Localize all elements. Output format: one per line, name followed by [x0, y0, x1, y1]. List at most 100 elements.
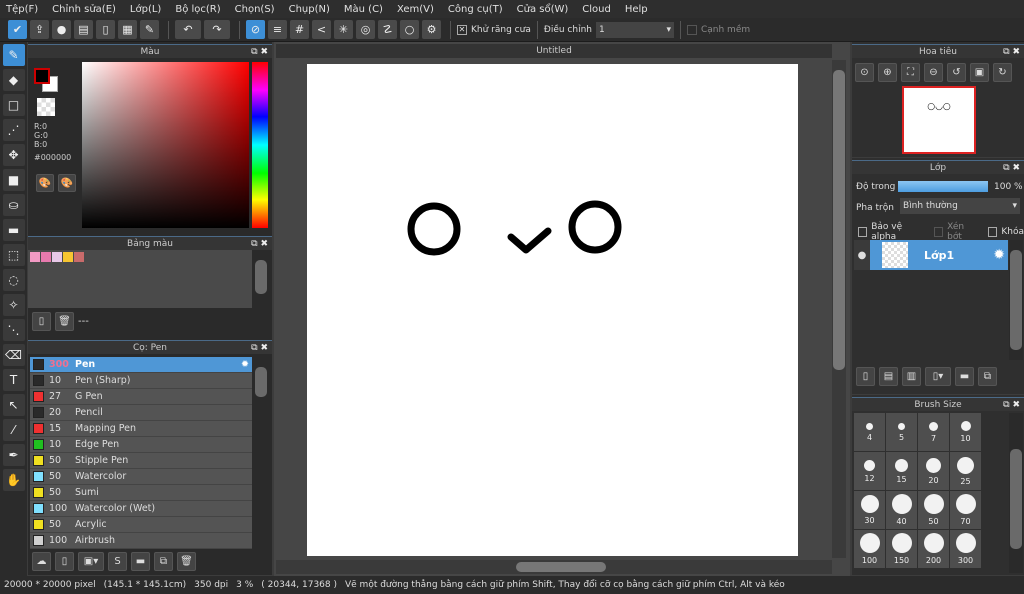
rotate-left-icon[interactable]: ↺ — [947, 63, 966, 82]
blend-mode-select[interactable]: Bình thường ▾ — [900, 198, 1020, 214]
move-tool-icon[interactable]: ✥ — [2, 144, 25, 166]
hand-tool-icon[interactable]: ✋ — [2, 469, 25, 491]
layer-row[interactable]: ● Lớp1 ✹ — [854, 240, 1008, 270]
duplicate-layer-icon[interactable]: ⧉ — [978, 367, 997, 386]
brush-size-cell[interactable]: 30 — [854, 491, 885, 529]
brush-tool-icon[interactable]: ✎ — [2, 44, 25, 66]
brush-size-cell[interactable]: 150 — [886, 530, 917, 568]
menu-item[interactable]: Bộ lọc(R) — [175, 4, 220, 15]
divide-tool-icon[interactable]: ⁄ — [2, 419, 25, 441]
palette-swatch[interactable] — [74, 252, 84, 262]
eyedropper-tool-icon[interactable]: ✒ — [2, 444, 25, 466]
redo-icon[interactable]: ↷ — [204, 20, 230, 39]
perspective-snap-icon[interactable]: < — [312, 20, 331, 39]
brush-size-cell[interactable]: 25 — [950, 452, 981, 490]
menu-item[interactable]: Chụp(N) — [289, 4, 330, 15]
delete-palette-icon[interactable]: 🗑 — [55, 312, 74, 331]
snap-off-icon[interactable]: ⊘ — [246, 20, 265, 39]
rotate-right-icon[interactable]: ↻ — [993, 63, 1012, 82]
eraser-tool-icon[interactable]: ◆ — [2, 69, 25, 91]
magic-wand-tool-icon[interactable]: ✧ — [2, 294, 25, 316]
brush-size-cell[interactable]: 70 — [950, 491, 981, 529]
menu-item[interactable]: Help — [625, 4, 648, 15]
select-pen-tool-icon[interactable]: ⋱ — [2, 319, 25, 341]
chat-icon[interactable]: ▤ — [74, 20, 93, 39]
brush-size-cell[interactable]: 15 — [886, 452, 917, 490]
brush-scrollbar[interactable] — [254, 357, 268, 549]
brush-item[interactable]: 27 G Pen — [30, 389, 252, 405]
menu-item[interactable]: Xem(V) — [397, 4, 434, 15]
select-tool-icon[interactable]: ⬚ — [2, 244, 25, 266]
brush-size-cell[interactable]: 4 — [854, 413, 885, 451]
brush-size-cell[interactable]: 12 — [854, 452, 885, 490]
menu-item[interactable]: Chỉnh sửa(E) — [52, 4, 116, 15]
brush-size-cell[interactable]: 10 — [950, 413, 981, 451]
folder-icon[interactable]: ▬ — [131, 552, 150, 571]
brush-size-cell[interactable]: 200 — [918, 530, 949, 568]
brush-item[interactable]: 300 Pen ✹ — [30, 357, 252, 373]
float-close-icon[interactable]: ⧉ ✖ — [1003, 161, 1020, 175]
brush-item[interactable]: 50 Acrylic — [30, 517, 252, 533]
canvas-horizontal-scrollbar[interactable] — [276, 560, 832, 574]
brush-item[interactable]: 100 Watercolor (Wet) — [30, 501, 252, 517]
brush-settings-icon[interactable]: ✹ — [241, 359, 249, 370]
menu-item[interactable]: Công cụ(T) — [448, 4, 503, 15]
new-layer-icon[interactable]: ▯ — [856, 367, 875, 386]
rectangle-tool-icon[interactable]: □ — [2, 94, 25, 116]
add-layer-dropdown-icon[interactable]: ▯▾ — [925, 367, 951, 386]
brush-script-icon[interactable]: S — [108, 552, 127, 571]
ellipse-snap-icon[interactable]: ○ — [400, 20, 419, 39]
lock-checkbox[interactable] — [988, 227, 998, 237]
duplicate-icon[interactable]: ⧉ — [154, 552, 173, 571]
curve-snap-icon[interactable]: ☡ — [378, 20, 397, 39]
brush-item[interactable]: 50 Watercolor — [30, 469, 252, 485]
brush-item[interactable]: 50 Stipple Pen — [30, 453, 252, 469]
cloud-brush-icon[interactable]: ☁ — [32, 552, 51, 571]
export-icon[interactable]: ⇪ — [30, 20, 49, 39]
brush-item[interactable]: 10 Pen (Sharp) — [30, 373, 252, 389]
menu-item[interactable]: Màu (C) — [344, 4, 383, 15]
float-close-icon[interactable]: ⧉ ✖ — [1003, 398, 1020, 412]
layer-scrollbar[interactable] — [1009, 240, 1023, 360]
brush-size-cell[interactable]: 100 — [854, 530, 885, 568]
float-close-icon[interactable]: ⧉ ✖ — [1003, 45, 1020, 59]
brush-item[interactable]: 20 Pencil — [30, 405, 252, 421]
document-tab[interactable]: Untitled — [276, 44, 832, 58]
page-icon[interactable]: ▯ — [96, 20, 115, 39]
operation-tool-icon[interactable]: ↖ — [2, 394, 25, 416]
menu-item[interactable]: Tệp(F) — [6, 4, 38, 15]
foreground-color-swatch[interactable] — [34, 68, 50, 84]
protect-alpha-checkbox[interactable] — [858, 227, 868, 237]
brush-size-cell[interactable]: 50 — [918, 491, 949, 529]
brush-size-cell[interactable]: 7 — [918, 413, 949, 451]
soft-edge-checkbox[interactable] — [686, 24, 697, 35]
lasso-tool-icon[interactable]: ◌ — [2, 269, 25, 291]
edit-icon[interactable]: ✎ — [140, 20, 159, 39]
grid-snap-icon[interactable]: # — [290, 20, 309, 39]
palette-swatch[interactable] — [30, 252, 40, 262]
menu-item[interactable]: Cloud — [582, 4, 611, 15]
delete-brush-icon[interactable]: 🗑 — [177, 552, 196, 571]
palette-scrollbar[interactable] — [254, 250, 268, 308]
fit-icon[interactable]: ⛶ — [901, 63, 920, 82]
radial-snap-icon[interactable]: ✳ — [334, 20, 353, 39]
new-palette-icon[interactable]: ▯ — [32, 312, 51, 331]
menu-item[interactable]: Cửa sổ(W) — [517, 4, 569, 15]
brush-size-scrollbar[interactable] — [1009, 413, 1023, 573]
document-canvas[interactable] — [307, 64, 798, 556]
zoom-in-icon[interactable]: ⊕ — [878, 63, 897, 82]
float-close-icon[interactable]: ⧉ ✖ — [251, 341, 268, 355]
palette-swatch[interactable] — [63, 252, 73, 262]
bucket-tool-icon[interactable]: ⛀ — [2, 194, 25, 216]
saturation-value-picker[interactable] — [82, 62, 249, 228]
float-close-icon[interactable]: ⧉ ✖ — [251, 45, 268, 59]
pages-icon[interactable]: ▦ — [118, 20, 137, 39]
float-close-icon[interactable]: ⧉ ✖ — [251, 237, 268, 251]
flip-icon[interactable]: ▣ — [970, 63, 989, 82]
undo-icon[interactable]: ↶ — [175, 20, 201, 39]
new-8bit-layer-icon[interactable]: ▥ — [902, 367, 921, 386]
opacity-slider[interactable] — [898, 181, 988, 192]
menu-item[interactable]: Lớp(L) — [130, 4, 161, 15]
brush-item[interactable]: 10 Edge Pen — [30, 437, 252, 453]
antialias-checkbox[interactable]: ✕ — [457, 24, 467, 35]
